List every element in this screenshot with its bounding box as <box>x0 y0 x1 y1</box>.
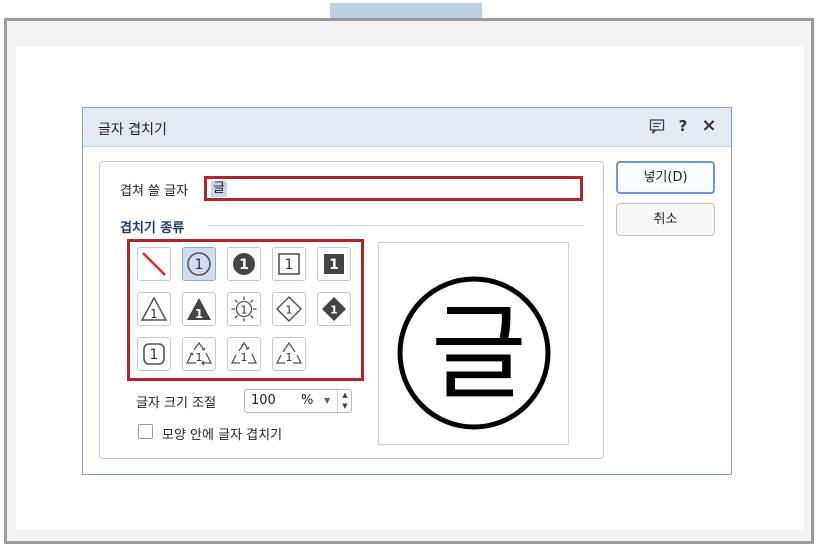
settings-panel: 겹쳐 쓸 글자 글 겹치기 종류 1 1 1 1 1 1 1 1 1 1 1 1… <box>99 161 604 459</box>
size-unit: % <box>301 393 314 408</box>
cancel-button[interactable]: 취소 <box>616 203 715 236</box>
type-square-cell[interactable]: 1 <box>272 247 306 281</box>
type-glyph: 1 <box>241 304 248 317</box>
type-triangle-cell[interactable]: 1 <box>137 292 171 326</box>
type-recycle-3-cell[interactable]: 1 <box>272 337 306 371</box>
type-glyph: 1 <box>150 347 159 363</box>
type-glyph: 1 <box>150 307 158 321</box>
overlap-type-section-title: 겹치기 종류 <box>120 221 185 236</box>
size-spinbox[interactable]: 100 % ▼ ▲ ▼ <box>244 389 352 413</box>
type-circle-cell[interactable]: 1 <box>182 247 216 281</box>
type-glyph: 1 <box>286 304 293 317</box>
section-divider <box>208 225 584 226</box>
overlap-char-value: 글 <box>211 181 227 197</box>
type-glyph: 1 <box>330 304 338 317</box>
type-glyph: 1 <box>195 257 204 273</box>
size-value: 100 <box>251 393 276 408</box>
preview-area: 글 <box>378 242 569 445</box>
type-glyph: 1 <box>286 351 293 364</box>
shape-inside-checkbox[interactable] <box>138 424 153 439</box>
insert-button[interactable]: 넣기(D) <box>616 161 715 194</box>
type-glyph: 1 <box>329 257 339 273</box>
overlap-char-label: 겹쳐 쓸 글자 <box>120 184 189 199</box>
type-sun-cell[interactable]: 1 <box>227 292 261 326</box>
size-adjust-label: 글자 크기 조절 <box>136 396 217 411</box>
overlap-char-input[interactable]: 글 <box>204 176 583 201</box>
type-recycle-1-cell[interactable]: 1 <box>182 337 216 371</box>
preview-char: 글 <box>431 292 527 414</box>
help-icon[interactable]: ? <box>673 116 693 136</box>
type-glyph: 1 <box>241 351 248 364</box>
type-diamond-cell[interactable]: 1 <box>272 292 306 326</box>
chevron-down-icon[interactable]: ▼ <box>324 396 330 405</box>
type-glyph: 1 <box>285 257 294 273</box>
type-none-cell[interactable] <box>137 247 171 281</box>
close-icon[interactable]: × <box>699 116 719 136</box>
spin-buttons: ▲ ▼ <box>337 390 352 412</box>
spin-down-icon[interactable]: ▼ <box>338 401 352 412</box>
dialog-title: 글자 겹치기 <box>98 122 167 138</box>
type-filled-diamond-cell[interactable]: 1 <box>317 292 351 326</box>
overlap-characters-dialog: 글자 겹치기 ? × 겹쳐 쓸 글자 글 겹치기 종류 1 1 1 1 1 1 … <box>82 107 732 475</box>
type-filled-triangle-cell[interactable]: 1 <box>182 292 216 326</box>
type-rounded-square-cell[interactable]: 1 <box>137 337 171 371</box>
type-filled-square-cell[interactable]: 1 <box>317 247 351 281</box>
shape-inside-label: 모양 안에 글자 겹치기 <box>162 428 283 443</box>
comment-icon[interactable] <box>647 116 667 136</box>
type-glyph: 1 <box>196 351 203 364</box>
type-filled-circle-cell[interactable]: 1 <box>227 247 261 281</box>
type-glyph: 1 <box>239 257 249 273</box>
spin-up-icon[interactable]: ▲ <box>338 390 352 401</box>
dialog-titlebar: 글자 겹치기 ? × <box>83 108 731 147</box>
overlap-type-grid: 1 1 1 1 1 1 1 1 1 1 1 1 1 <box>127 239 364 381</box>
type-glyph: 1 <box>195 307 203 321</box>
type-recycle-2-cell[interactable]: 1 <box>227 337 261 371</box>
